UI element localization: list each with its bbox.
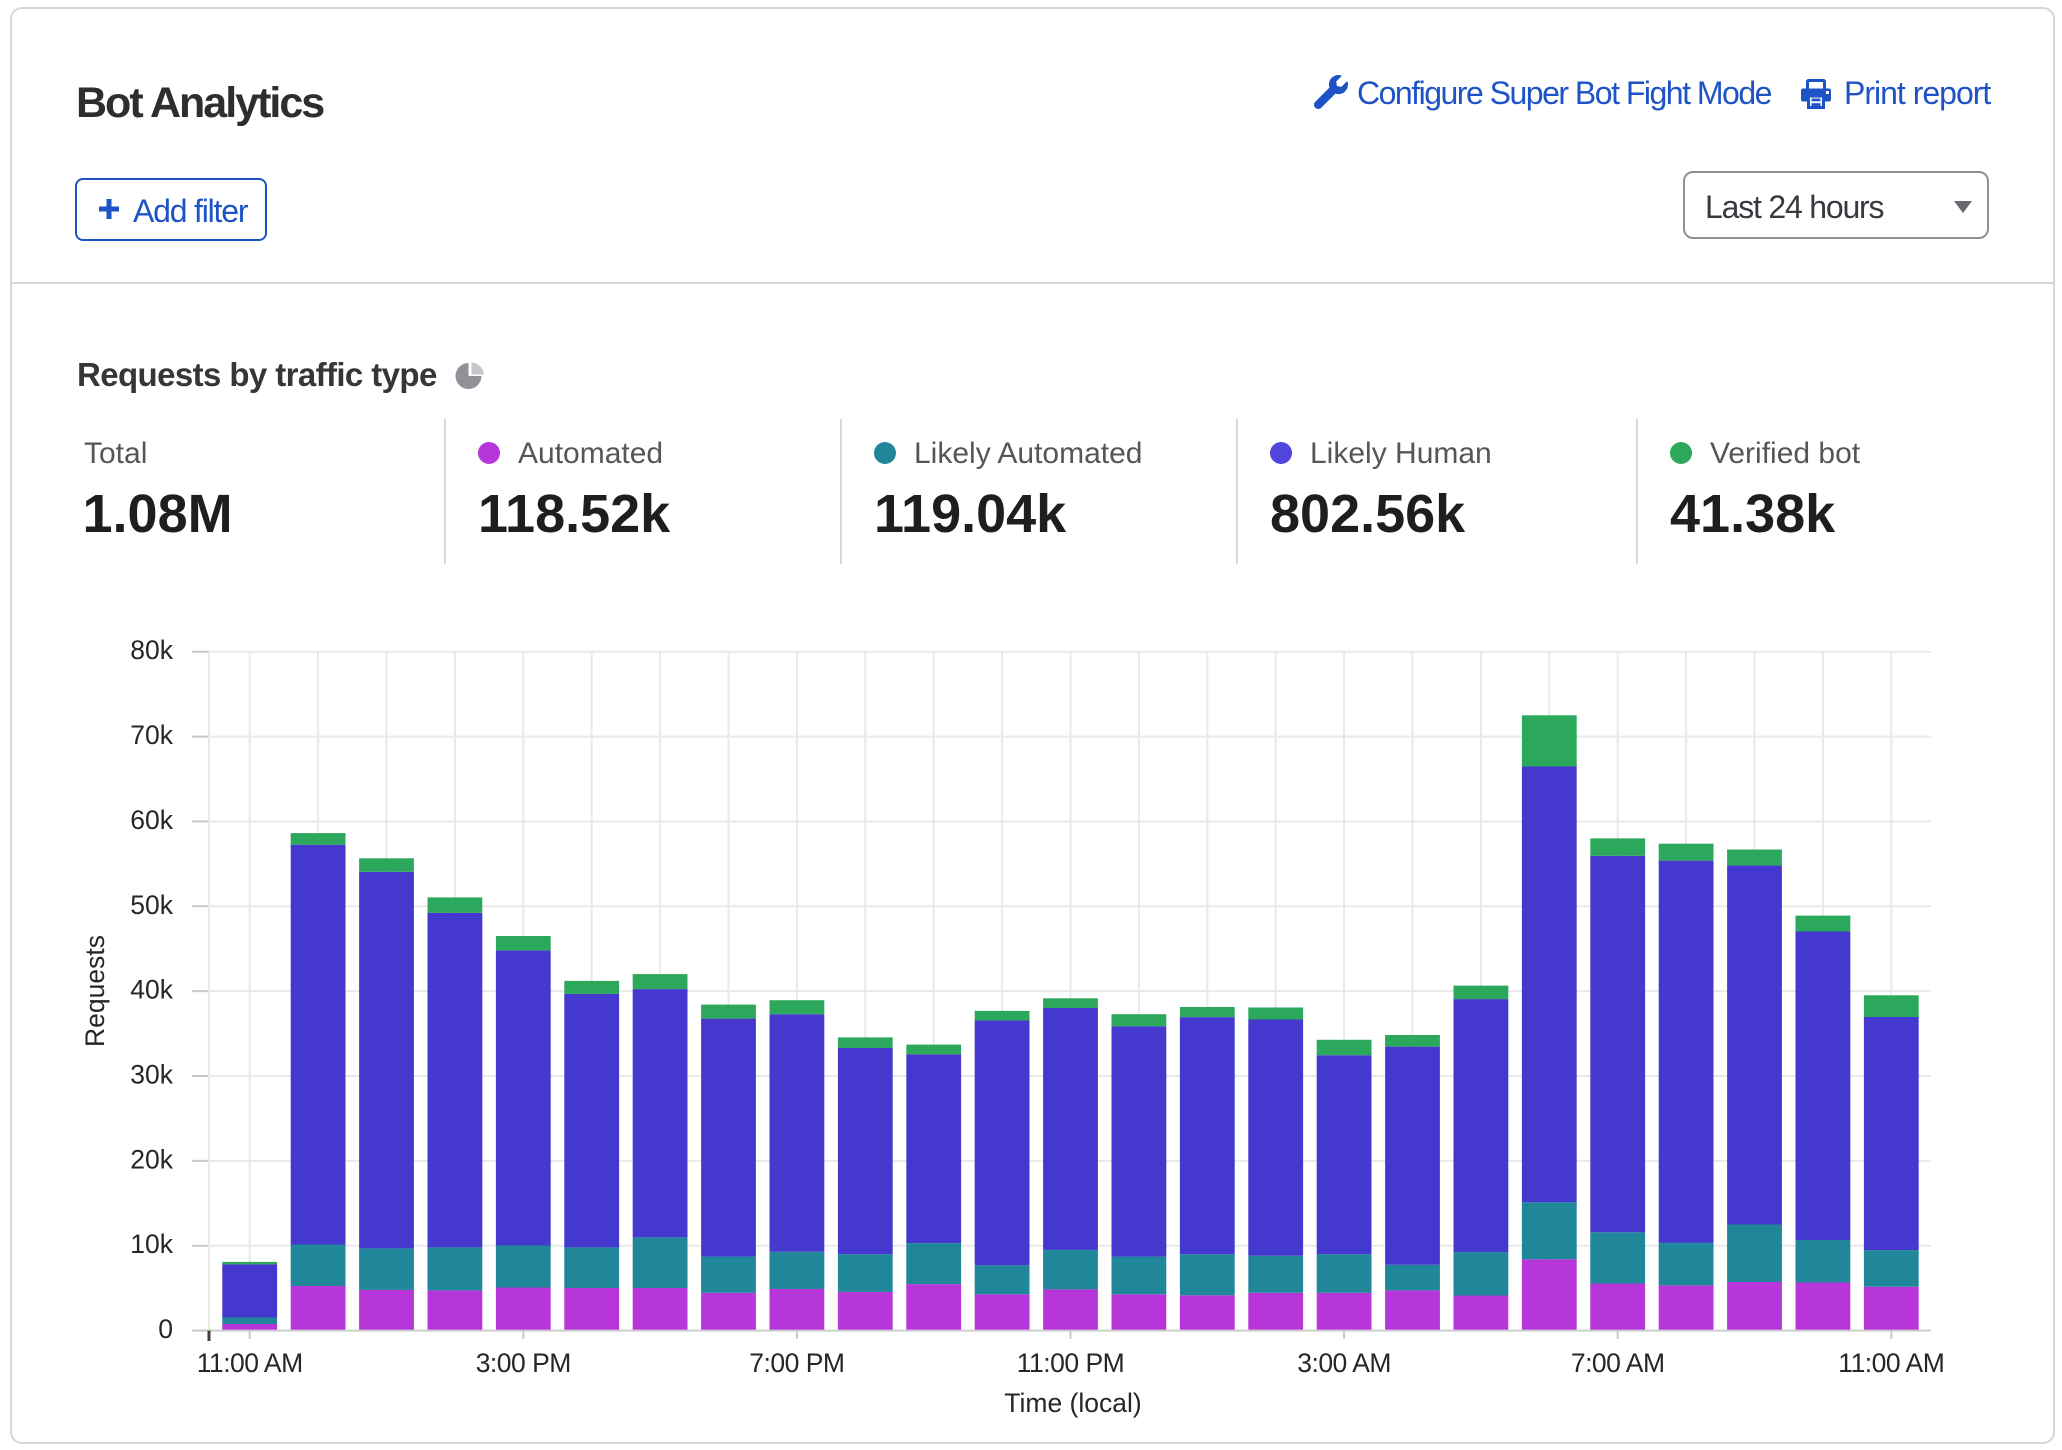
svg-text:Time (local): Time (local) bbox=[1004, 1388, 1141, 1418]
svg-text:80k: 80k bbox=[130, 635, 173, 665]
svg-text:7:00 AM: 7:00 AM bbox=[1571, 1348, 1665, 1378]
svg-text:30k: 30k bbox=[130, 1060, 173, 1090]
svg-text:11:00 PM: 11:00 PM bbox=[1017, 1348, 1124, 1378]
svg-text:20k: 20k bbox=[130, 1144, 173, 1174]
svg-text:60k: 60k bbox=[130, 805, 173, 835]
svg-text:11:00 AM: 11:00 AM bbox=[197, 1348, 303, 1378]
svg-text:10k: 10k bbox=[130, 1229, 173, 1259]
svg-text:3:00 PM: 3:00 PM bbox=[476, 1348, 571, 1378]
svg-text:11:00 AM: 11:00 AM bbox=[1838, 1348, 1944, 1378]
svg-text:Requests: Requests bbox=[80, 935, 110, 1047]
svg-text:70k: 70k bbox=[130, 720, 173, 750]
svg-text:7:00 PM: 7:00 PM bbox=[749, 1348, 844, 1378]
svg-text:3:00 AM: 3:00 AM bbox=[1297, 1348, 1391, 1378]
svg-text:50k: 50k bbox=[130, 890, 173, 920]
svg-text:0: 0 bbox=[158, 1314, 173, 1344]
svg-text:40k: 40k bbox=[130, 975, 173, 1005]
